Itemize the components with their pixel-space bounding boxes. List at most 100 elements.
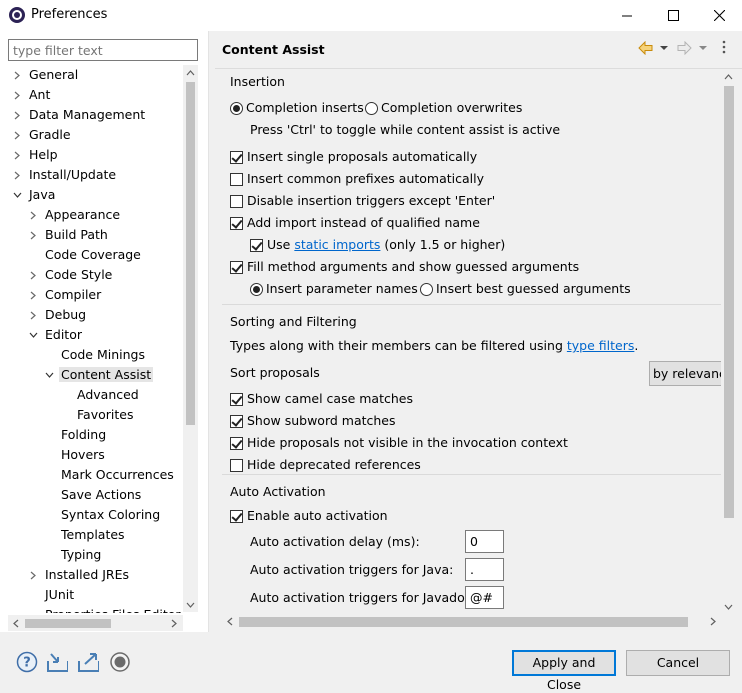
help-icon[interactable]: ? bbox=[16, 651, 38, 673]
tree-item[interactable]: Content Assist bbox=[45, 365, 154, 385]
tree-item[interactable]: Hovers bbox=[59, 445, 107, 465]
export-icon[interactable] bbox=[77, 651, 99, 673]
disable-triggers-checkbox[interactable]: Disable insertion triggers except 'Enter… bbox=[230, 191, 495, 211]
insert-best-guessed-radio[interactable]: Insert best guessed arguments bbox=[420, 279, 631, 299]
checkbox-checked[interactable] bbox=[230, 509, 243, 523]
tree-item[interactable]: Data Management bbox=[14, 105, 147, 125]
checkbox-checked[interactable] bbox=[230, 260, 243, 274]
sort-proposals-dropdown[interactable]: by relevance bbox=[649, 361, 721, 386]
chevron-down-icon[interactable] bbox=[11, 185, 23, 205]
add-import-checkbox[interactable]: Add import instead of qualified name bbox=[230, 213, 480, 233]
subword-checkbox[interactable]: Show subword matches bbox=[230, 411, 396, 431]
type-filters-link[interactable]: type filters bbox=[567, 336, 635, 356]
common-prefixes-checkbox[interactable]: Insert common prefixes automatically bbox=[230, 169, 484, 189]
tree-item[interactable]: Ant bbox=[14, 85, 52, 105]
forward-arrow-icon[interactable] bbox=[677, 41, 692, 55]
scroll-thumb[interactable] bbox=[186, 82, 195, 425]
chevron-right-icon[interactable] bbox=[11, 105, 23, 125]
chevron-right-icon[interactable] bbox=[27, 225, 39, 245]
scroll-down-icon[interactable] bbox=[721, 599, 736, 614]
scroll-up-icon[interactable] bbox=[183, 65, 198, 80]
chevron-right-icon[interactable] bbox=[11, 165, 23, 185]
static-imports-link[interactable]: static imports bbox=[294, 235, 380, 255]
back-arrow-icon[interactable] bbox=[638, 41, 653, 55]
tree-item[interactable]: Mark Occurrences bbox=[59, 465, 176, 485]
checkbox-unchecked[interactable] bbox=[230, 458, 243, 472]
single-proposals-checkbox[interactable]: Insert single proposals automatically bbox=[230, 147, 477, 167]
tree-item[interactable]: JUnit bbox=[43, 585, 76, 605]
javadoc-triggers-input[interactable] bbox=[465, 586, 504, 609]
tree-item[interactable]: Java bbox=[13, 185, 57, 205]
scroll-right-icon[interactable] bbox=[705, 614, 720, 629]
scroll-up-icon[interactable] bbox=[721, 69, 736, 84]
tree-item[interactable]: Help bbox=[14, 145, 60, 165]
tree-item[interactable]: Debug bbox=[30, 305, 88, 325]
radio-selected[interactable] bbox=[230, 101, 243, 115]
insert-parameter-names-radio[interactable]: Insert parameter names bbox=[250, 279, 418, 299]
use-static-imports-checkbox[interactable]: Use static imports (only 1.5 or higher) bbox=[250, 235, 505, 255]
radio-unselected[interactable] bbox=[420, 282, 433, 296]
chevron-right-icon[interactable] bbox=[11, 145, 23, 165]
tree-item[interactable]: Save Actions bbox=[59, 485, 143, 505]
checkbox-checked[interactable] bbox=[230, 436, 243, 450]
minimize-button[interactable] bbox=[604, 0, 650, 31]
tree-item[interactable]: Folding bbox=[59, 425, 108, 445]
chevron-right-icon[interactable] bbox=[11, 65, 23, 85]
checkbox-unchecked[interactable] bbox=[230, 172, 243, 186]
checkbox-unchecked[interactable] bbox=[230, 194, 243, 208]
scroll-thumb[interactable] bbox=[25, 619, 111, 628]
record-icon[interactable] bbox=[109, 651, 131, 673]
cancel-button[interactable]: Cancel bbox=[626, 650, 730, 676]
maximize-button[interactable] bbox=[650, 0, 696, 31]
checkbox-checked[interactable] bbox=[230, 414, 243, 428]
scroll-down-icon[interactable] bbox=[183, 597, 198, 612]
delay-input[interactable] bbox=[465, 530, 504, 553]
tree-item[interactable]: Code Minings bbox=[59, 345, 147, 365]
checkbox-checked[interactable] bbox=[250, 238, 263, 252]
checkbox-checked[interactable] bbox=[230, 150, 243, 164]
scroll-thumb[interactable] bbox=[239, 617, 688, 627]
chevron-right-icon[interactable] bbox=[27, 305, 39, 325]
scroll-left-icon[interactable] bbox=[222, 614, 237, 629]
tree-item[interactable]: Compiler bbox=[30, 285, 103, 305]
checkbox-checked[interactable] bbox=[230, 216, 243, 230]
tree-item[interactable]: Installed JREs bbox=[30, 565, 131, 585]
apply-and-close-button[interactable]: Apply and Close bbox=[512, 650, 616, 692]
radio-unselected[interactable] bbox=[365, 101, 378, 115]
chevron-right-icon[interactable] bbox=[27, 565, 39, 585]
chevron-right-icon[interactable] bbox=[27, 265, 39, 285]
scroll-right-icon[interactable] bbox=[166, 616, 181, 631]
import-icon[interactable] bbox=[46, 651, 68, 673]
chevron-right-icon[interactable] bbox=[11, 125, 23, 145]
chevron-down-icon[interactable] bbox=[27, 325, 39, 345]
radio-selected[interactable] bbox=[250, 282, 263, 296]
tree-item[interactable]: Install/Update bbox=[14, 165, 118, 185]
java-triggers-input[interactable] bbox=[465, 558, 504, 581]
tree-item[interactable]: Properties Files Editor bbox=[43, 605, 183, 613]
hide-not-visible-checkbox[interactable]: Hide proposals not visible in the invoca… bbox=[230, 433, 568, 453]
completion-overwrites-radio[interactable]: Completion overwrites bbox=[365, 98, 522, 118]
tree-item[interactable]: Editor bbox=[29, 325, 84, 345]
tree-item[interactable]: Code Style bbox=[30, 265, 114, 285]
tree-item[interactable]: Typing bbox=[59, 545, 103, 565]
completion-inserts-radio[interactable]: Completion inserts bbox=[230, 98, 364, 118]
chevron-right-icon[interactable] bbox=[27, 285, 39, 305]
enable-auto-activation-checkbox[interactable]: Enable auto activation bbox=[230, 506, 388, 526]
close-button[interactable] bbox=[696, 0, 742, 31]
tree-item[interactable]: Advanced bbox=[75, 385, 141, 405]
view-menu-icon[interactable] bbox=[718, 40, 730, 56]
chevron-down-icon[interactable] bbox=[43, 365, 55, 385]
tree-vertical-scrollbar[interactable] bbox=[183, 65, 198, 612]
forward-dropdown-icon[interactable] bbox=[699, 46, 707, 51]
chevron-right-icon[interactable] bbox=[11, 85, 23, 105]
page-horizontal-scrollbar[interactable] bbox=[222, 614, 721, 630]
hide-deprecated-checkbox[interactable]: Hide deprecated references bbox=[230, 455, 421, 475]
back-dropdown-icon[interactable] bbox=[660, 46, 668, 51]
tree-item[interactable]: Syntax Coloring bbox=[59, 505, 162, 525]
tree-item[interactable]: General bbox=[14, 65, 80, 85]
page-vertical-scrollbar[interactable] bbox=[721, 69, 737, 614]
tree-item[interactable]: Gradle bbox=[14, 125, 73, 145]
tree-item[interactable]: Build Path bbox=[30, 225, 110, 245]
scroll-thumb[interactable] bbox=[724, 86, 734, 518]
tree-item[interactable]: Code Coverage bbox=[43, 245, 143, 265]
